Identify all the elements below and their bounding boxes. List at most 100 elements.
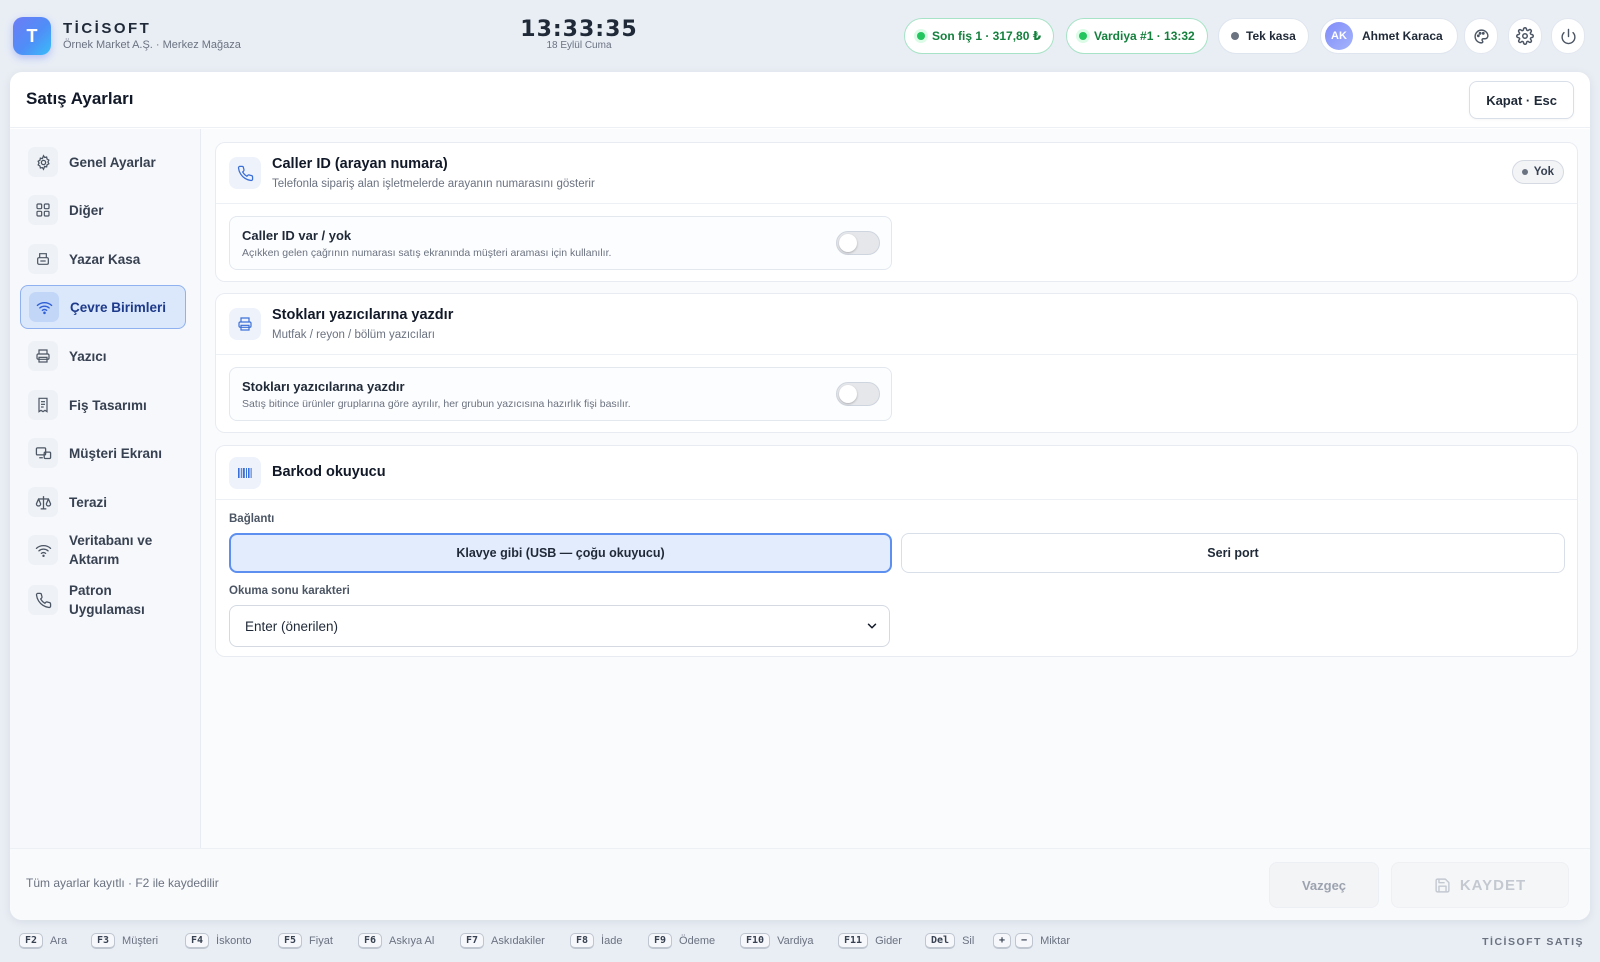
shortcut-key: Del — [925, 933, 956, 949]
caller-id-toggle[interactable] — [836, 231, 880, 255]
shortcut-key: F11 — [838, 933, 869, 949]
brand-name: TİCİSOFT — [63, 20, 152, 37]
barcode-card: Barkod okuyucu Bağlantı Klavye gibi (USB… — [215, 445, 1578, 657]
sidebar-item-label: Veritabanı ve Aktarım — [69, 533, 153, 567]
top-bar: T TİCİSOFT Örnek Market A.Ş. · Merkez Ma… — [0, 0, 1600, 72]
stock-print-toggle[interactable] — [836, 382, 880, 406]
shortcut-item[interactable]: + − Miktar — [993, 933, 1070, 949]
page-title: Satış Ayarları — [26, 89, 134, 108]
panel-header: Satış Ayarları Kapat · Esc — [10, 72, 1590, 128]
sidebar-item-database[interactable]: Veritabanı ve Aktarım — [20, 526, 186, 574]
settings-button[interactable] — [1508, 18, 1542, 54]
shortcut-item[interactable]: F2 Ara — [19, 933, 67, 949]
settings-content: Caller ID (arayan numara) Telefonla sipa… — [201, 129, 1590, 850]
shortcut-key: F6 — [358, 933, 383, 949]
status-dot — [1521, 169, 1528, 175]
sidebar-item-label: Patron Uygulaması — [69, 583, 145, 617]
shortcut-key: F10 — [740, 933, 771, 949]
shortcut-item[interactable]: F10 Vardiya — [740, 933, 814, 949]
phone-icon — [229, 157, 261, 189]
shortcut-label: Askıya Al — [389, 935, 435, 947]
palette-icon — [1473, 28, 1489, 44]
printer-icon — [28, 341, 58, 371]
sidebar-item-printer[interactable]: Yazıcı — [20, 334, 186, 378]
sidebar-item-peripherals[interactable]: Çevre Birimleri — [20, 285, 186, 329]
stock-print-card: Stokları yazıcılarına yazdır Mutfak / re… — [215, 293, 1578, 433]
shortcut-key: F2 — [19, 933, 44, 949]
sidebar-item-label: Yazar Kasa — [69, 251, 141, 267]
connection-option-serial[interactable]: Seri port — [901, 533, 1565, 573]
sidebar-item-customer-display[interactable]: Müşteri Ekranı — [20, 431, 186, 475]
sidebar-item-label: Diğer — [69, 202, 104, 218]
save-button-label: KAYDET — [1459, 876, 1527, 894]
register-mode-pill[interactable]: Tek kasa — [1218, 18, 1309, 54]
user-pill[interactable]: AK Ahmet Karaca — [1320, 18, 1458, 54]
save-button[interactable]: KAYDET — [1391, 862, 1569, 908]
status-badge-label: Yok — [1533, 166, 1554, 178]
shortcut-label: Vardiya — [777, 935, 814, 947]
shortcut-item[interactable]: F6 Askıya Al — [358, 933, 434, 949]
avatar: AK — [1325, 22, 1353, 50]
shortcut-label: Gider — [875, 935, 902, 947]
sidebar-item-label: Fiş Tasarımı — [69, 397, 147, 413]
shortcut-label: Fiyat — [309, 935, 333, 947]
sidebar-item-receipt-design[interactable]: Fiş Tasarımı — [20, 383, 186, 427]
caller-id-card: Caller ID (arayan numara) Telefonla sipa… — [215, 142, 1578, 282]
shortcut-label: Sil — [962, 935, 975, 947]
sidebar-item-label: Terazi — [69, 494, 108, 510]
sidebar-item-scale[interactable]: Terazi — [20, 480, 186, 524]
shortcut-item[interactable]: F8 İade — [570, 933, 622, 949]
save-status-note: Tüm ayarlar kayıtlı · F2 ile kaydedilir — [26, 876, 219, 890]
card-header: Barkod okuyucu — [216, 446, 1577, 500]
register-mode-text: Tek kasa — [1246, 29, 1296, 43]
caller-id-setting-row: Caller ID var / yok Açıkken gelen çağrın… — [229, 216, 892, 270]
sidebar-item-label: Müşteri Ekranı — [69, 445, 163, 461]
sidebar-item-boss-app[interactable]: Patron Uygulaması — [20, 576, 186, 624]
shortcut-item[interactable]: F7 Askıdakiler — [460, 933, 545, 949]
shortcut-key: F9 — [648, 933, 673, 949]
shortcut-item[interactable]: F9 Ödeme — [648, 933, 715, 949]
sidebar-item-label: Çevre Birimleri — [70, 299, 167, 315]
card-title: Barkod okuyucu — [272, 464, 386, 480]
last-receipt-pill[interactable]: Son fiş 1 · 317,80 ₺ — [904, 18, 1055, 54]
grid-icon — [28, 195, 58, 225]
shift-text: Vardiya #1 · 13:32 — [1094, 29, 1195, 43]
settings-panel: Satış Ayarları Kapat · Esc Genel Ayarlar… — [10, 72, 1590, 920]
shortcut-label: İskonto — [216, 935, 252, 947]
sidebar-item-cash-register[interactable]: Yazar Kasa — [20, 237, 186, 281]
theme-button[interactable] — [1464, 18, 1498, 54]
shortcut-key: − — [1015, 933, 1034, 949]
card-subtitle: Telefonla sipariş alan işletmelerde aray… — [272, 178, 595, 190]
shortcut-key: F3 — [91, 933, 116, 949]
sidebar-item-label: Genel Ayarlar — [69, 154, 156, 170]
suffix-select[interactable]: Enter (önerilen) — [229, 605, 890, 647]
sidebar-item-label: Yazıcı — [69, 348, 107, 364]
shortcut-key: F8 — [570, 933, 595, 949]
store-name: Örnek Market A.Ş. · Merkez Mağaza — [63, 39, 241, 51]
power-button[interactable] — [1551, 18, 1585, 54]
shortcut-label: İade — [601, 935, 623, 947]
shift-pill[interactable]: Vardiya #1 · 13:32 — [1066, 18, 1208, 54]
user-name: Ahmet Karaca — [1362, 29, 1443, 43]
shortcut-label: Askıdakiler — [491, 935, 545, 947]
shortcut-item[interactable]: F3 Müşteri — [91, 933, 158, 949]
shortcut-item[interactable]: F11 Gider — [838, 933, 902, 949]
scale-icon — [28, 487, 58, 517]
app-logo: T — [13, 17, 51, 55]
date: 18 Eylül Cuma — [546, 40, 612, 51]
connection-label: Bağlantı — [229, 513, 275, 525]
status-dot — [1079, 32, 1087, 40]
cancel-button[interactable]: Vazgeç — [1269, 862, 1379, 908]
connection-option-keyboard[interactable]: Klavye gibi (USB — çoğu okuyucu) — [229, 533, 892, 573]
card-title: Stokları yazıcılarına yazdır — [272, 307, 454, 323]
shortcut-item[interactable]: Del Sil — [925, 933, 974, 949]
shortcut-label: Ara — [50, 935, 68, 947]
shortcut-key: + — [993, 933, 1012, 949]
sidebar-item-general[interactable]: Genel Ayarlar — [20, 140, 186, 184]
close-button[interactable]: Kapat · Esc — [1469, 81, 1574, 119]
setting-description: Açıkken gelen çağrının numarası satış ek… — [242, 247, 612, 259]
sidebar-item-other[interactable]: Diğer — [20, 188, 186, 232]
gear-icon — [28, 147, 58, 177]
shortcut-item[interactable]: F4 İskonto — [185, 933, 252, 949]
shortcut-item[interactable]: F5 Fiyat — [278, 933, 333, 949]
